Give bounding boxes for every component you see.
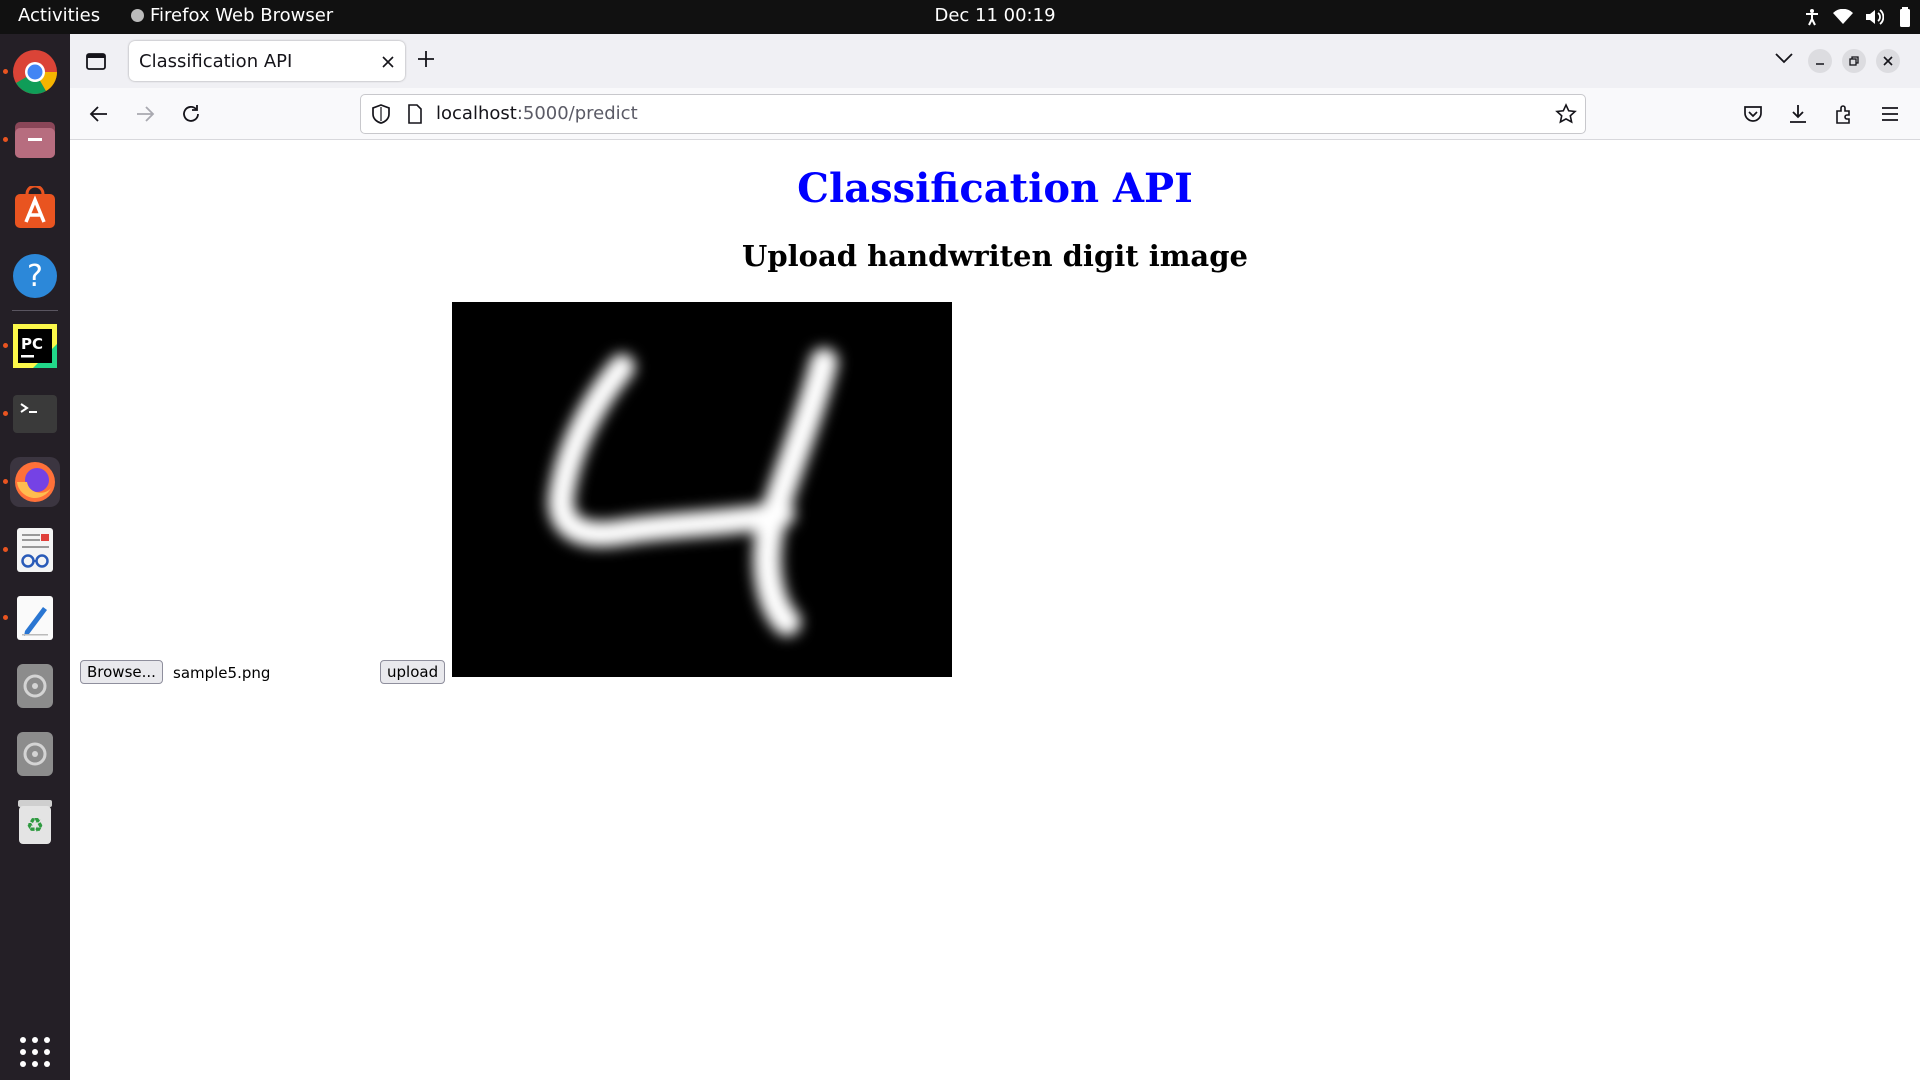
- minimize-icon[interactable]: [1808, 49, 1832, 73]
- downloads-icon[interactable]: [1785, 101, 1811, 127]
- wifi-icon[interactable]: [1827, 9, 1858, 25]
- navigation-toolbar: localhost:5000/predict: [70, 88, 1920, 140]
- app-menu-icon[interactable]: [1877, 101, 1903, 127]
- disc-icon: [17, 732, 53, 776]
- show-apps-button[interactable]: [10, 1027, 60, 1077]
- dock-item-chrome[interactable]: [3, 47, 60, 97]
- running-indicator: [3, 137, 8, 142]
- terminal-icon: [13, 395, 57, 433]
- page-info-icon[interactable]: [406, 104, 424, 128]
- dock-item-text-editor[interactable]: [3, 593, 60, 643]
- app-grid-icon: [20, 1037, 50, 1067]
- dock-item-pycharm[interactable]: PC: [3, 321, 60, 371]
- restore-icon[interactable]: [1842, 49, 1866, 73]
- dock-item-files[interactable]: [3, 115, 60, 165]
- software-icon: [15, 186, 55, 228]
- svg-text:?: ?: [27, 259, 43, 294]
- extensions-icon[interactable]: [1831, 101, 1857, 127]
- tracking-protection-icon[interactable]: [370, 103, 392, 129]
- tab-classification-api[interactable]: Classification API: [129, 41, 405, 81]
- url-bar[interactable]: localhost:5000/predict: [360, 94, 1586, 134]
- firefox-icon: [15, 462, 55, 502]
- forward-icon[interactable]: [132, 101, 158, 127]
- running-indicator: [3, 615, 8, 620]
- dock-item-document-viewer[interactable]: [3, 525, 60, 575]
- pycharm-icon: PC: [13, 324, 57, 368]
- tab-strip: Classification API: [70, 34, 1920, 88]
- dock-separator: [12, 310, 58, 311]
- running-indicator: [3, 547, 8, 552]
- dock-item-disc-2[interactable]: [10, 729, 60, 779]
- upload-button[interactable]: upload: [380, 660, 446, 684]
- system-tray[interactable]: [1796, 0, 1920, 34]
- running-indicator: [3, 411, 8, 416]
- running-indicator: [3, 69, 8, 74]
- volume-icon[interactable]: [1858, 8, 1889, 26]
- firefox-view-icon[interactable]: [85, 50, 107, 76]
- tab-title: Classification API: [139, 51, 293, 72]
- reload-icon[interactable]: [178, 101, 204, 127]
- accessibility-icon[interactable]: [1796, 8, 1827, 26]
- dock-item-disc-1[interactable]: [10, 661, 60, 711]
- help-icon: ?: [13, 254, 57, 298]
- battery-icon[interactable]: [1889, 7, 1920, 27]
- clock[interactable]: Dec 11 00:19: [0, 5, 1920, 26]
- dock: ? PC ♻: [0, 34, 70, 1080]
- dock-item-firefox[interactable]: [3, 457, 60, 507]
- page-title: Classification API: [797, 165, 1193, 212]
- uploaded-digit-image: [452, 302, 952, 677]
- text-editor-icon: [17, 596, 53, 640]
- bookmark-star-icon[interactable]: [1555, 103, 1577, 129]
- files-icon: [15, 122, 55, 158]
- dock-item-terminal[interactable]: [3, 389, 60, 439]
- pocket-icon[interactable]: [1740, 101, 1766, 127]
- browse-button[interactable]: Browse...: [80, 660, 163, 684]
- system-top-bar: Activities Firefox Web Browser Dec 11 00…: [0, 0, 1920, 34]
- chrome-icon: [13, 50, 57, 94]
- url-host: localhost: [436, 103, 517, 124]
- close-window-icon[interactable]: [1876, 49, 1900, 73]
- selected-file-name: sample5.png: [173, 664, 271, 682]
- new-tab-icon[interactable]: [416, 49, 436, 73]
- dock-item-help[interactable]: ?: [10, 251, 60, 301]
- url-path: :5000/predict: [516, 103, 638, 124]
- back-icon[interactable]: [86, 101, 112, 127]
- dock-item-software[interactable]: [10, 183, 60, 233]
- document-viewer-icon: [17, 528, 53, 572]
- tab-close-icon[interactable]: [381, 53, 395, 74]
- dock-item-trash[interactable]: ♻: [10, 797, 60, 847]
- page-subtitle: Upload handwriten digit image: [742, 239, 1248, 273]
- svg-text:♻: ♻: [26, 813, 44, 837]
- running-indicator: [3, 479, 8, 484]
- svg-text:PC: PC: [21, 335, 43, 353]
- trash-icon: ♻: [18, 800, 52, 844]
- disc-icon: [17, 664, 53, 708]
- page-content: Classification API Upload handwriten dig…: [70, 141, 1920, 1080]
- url-text[interactable]: localhost:5000/predict: [436, 103, 638, 124]
- list-all-tabs-icon[interactable]: [1774, 50, 1794, 69]
- running-indicator: [3, 343, 8, 348]
